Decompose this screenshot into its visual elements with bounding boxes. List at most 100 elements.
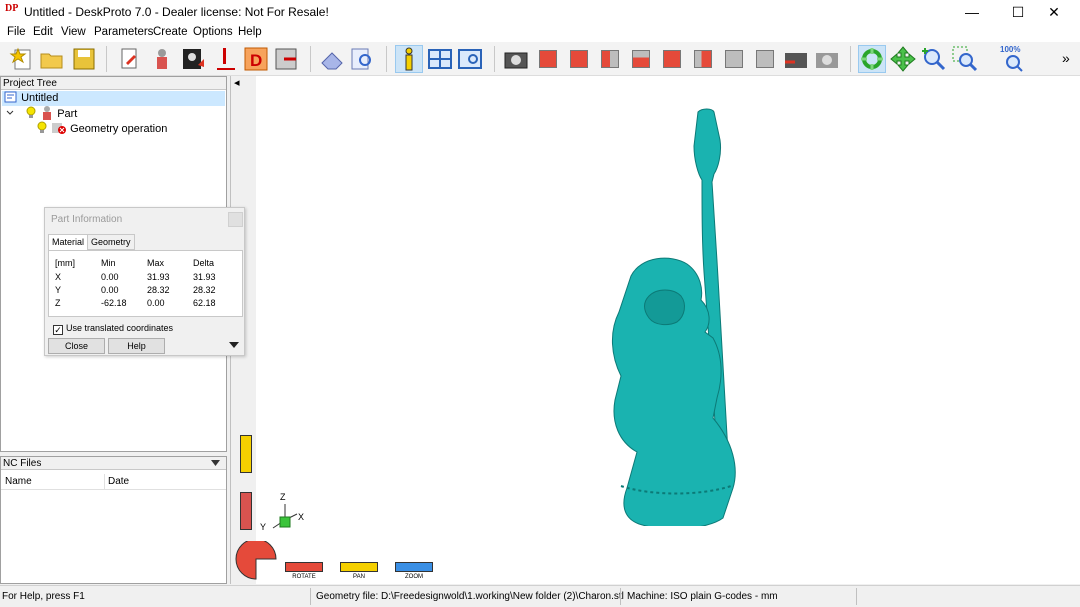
row-z-max: 0.00 <box>147 298 165 308</box>
view-iso-button[interactable] <box>534 45 562 73</box>
save-button[interactable] <box>70 45 98 73</box>
toolbar-overflow-icon[interactable]: » <box>1062 50 1070 66</box>
toolbar-separator <box>850 46 851 72</box>
translated-coordinates-checkbox[interactable]: ✓ <box>53 325 63 335</box>
lightbulb-icon[interactable] <box>25 106 37 120</box>
row-x-max: 31.93 <box>147 272 170 282</box>
row-y-max: 28.32 <box>147 285 170 295</box>
dimensions-table: [mm] Min Max Delta X 0.00 31.93 31.93 Y … <box>48 250 243 317</box>
status-geometry-file: Geometry file: D:\Freedesignwold\1.worki… <box>316 591 624 602</box>
help-button[interactable]: Help <box>108 338 165 354</box>
column-header-unit: [mm] <box>55 258 75 268</box>
close-button[interactable]: Close <box>48 338 105 354</box>
part-parameters-button[interactable] <box>148 45 176 73</box>
collapse-arrow-icon[interactable]: ◂ <box>234 76 240 89</box>
view-top-button[interactable] <box>689 45 717 73</box>
bitmap-button[interactable] <box>180 45 208 73</box>
render-red-button[interactable] <box>782 45 810 73</box>
import-icon <box>121 48 137 69</box>
render-grey-button[interactable] <box>813 45 841 73</box>
status-divider <box>310 588 311 605</box>
cube-grey-icon <box>756 50 774 68</box>
menu-edit[interactable]: Edit <box>33 26 53 38</box>
zoom-vertical-slider[interactable] <box>240 435 252 473</box>
new-project-button[interactable] <box>8 45 36 73</box>
status-machine: Machine: ISO plain G-codes - mm <box>627 591 778 602</box>
tab-material[interactable]: Material <box>48 234 89 251</box>
status-help: For Help, press F1 <box>2 591 85 602</box>
tree-root-label: Untitled <box>21 92 59 104</box>
portrait-icon <box>183 49 204 69</box>
snapshot-button[interactable] <box>502 45 530 73</box>
window-grid-icon <box>428 49 452 69</box>
toolpath-button[interactable]: D <box>242 45 270 73</box>
tool-button[interactable] <box>212 45 240 73</box>
menu-view[interactable]: View <box>61 26 86 38</box>
column-header-max: Max <box>147 258 165 268</box>
project-tree-header: Project Tree <box>1 77 226 90</box>
rotate-control[interactable] <box>285 562 323 572</box>
magnifier-doc-icon <box>351 48 371 70</box>
dialog-close-button[interactable] <box>228 212 243 227</box>
cube-red-icon <box>570 50 588 68</box>
part-info-button[interactable] <box>395 45 423 73</box>
minimize-button[interactable]: — <box>949 0 995 24</box>
3d-viewport[interactable]: ◂ Z Y X ROTATE PAN ZOOM <box>230 76 1080 584</box>
axis-triad-icon <box>272 504 298 529</box>
chevron-down-icon[interactable] <box>6 109 14 117</box>
cube-red-icon <box>539 50 557 68</box>
import-geometry-button[interactable] <box>116 45 144 73</box>
title-bar: DP Untitled - DeskProto 7.0 - Dealer lic… <box>0 0 1080 24</box>
nc-column-date[interactable]: Date <box>108 476 129 487</box>
expand-dialog-icon[interactable] <box>229 342 239 350</box>
tree-item-part[interactable]: Part <box>6 105 77 121</box>
zoom-100-button[interactable]: 100% <box>998 45 1026 73</box>
part-figure-icon <box>157 49 167 69</box>
view-left-button[interactable] <box>596 45 624 73</box>
zoom-window-button[interactable] <box>951 45 979 73</box>
status-divider <box>856 588 857 605</box>
translated-coordinates-option[interactable]: ✓ Use translated coordinates <box>53 322 173 335</box>
menu-create[interactable]: Create <box>153 26 188 38</box>
export-button[interactable] <box>272 45 300 73</box>
close-window-button[interactable]: ✕ <box>1031 0 1077 24</box>
pan-control[interactable] <box>340 562 378 572</box>
menu-file[interactable]: File <box>7 26 26 38</box>
menu-parameters[interactable]: Parameters <box>94 26 153 38</box>
tab-geometry[interactable]: Geometry <box>87 234 135 250</box>
nc-column-name[interactable]: Name <box>5 476 32 487</box>
menu-help[interactable]: Help <box>238 26 262 38</box>
pan-mode-button[interactable] <box>889 45 917 73</box>
status-divider <box>620 588 621 605</box>
view-plain-button[interactable] <box>751 45 779 73</box>
screen-icon <box>458 49 482 69</box>
row-y-delta: 28.32 <box>193 285 216 295</box>
view-front-button[interactable] <box>565 45 593 73</box>
rotate-dial-icon[interactable] <box>234 541 278 581</box>
dialog-title: Part Information <box>51 214 123 225</box>
zoom-in-button[interactable] <box>920 45 948 73</box>
toolbar: D 100% » <box>0 42 1080 76</box>
view-bottom-button[interactable] <box>720 45 748 73</box>
tree-item-root[interactable]: Untitled <box>4 90 58 106</box>
tree-item-operation[interactable]: Geometry operation <box>36 121 167 137</box>
row-z-label: Z <box>55 298 61 308</box>
open-button[interactable] <box>38 45 66 73</box>
nc-files-column-header: Name Date <box>1 474 226 490</box>
rotate-vertical-slider[interactable] <box>240 492 252 530</box>
viewports-button[interactable] <box>426 45 454 73</box>
axis-y-label: Y <box>260 522 267 532</box>
column-divider <box>104 474 105 490</box>
lightbulb-icon[interactable] <box>36 121 48 135</box>
preview-button[interactable] <box>348 45 376 73</box>
menu-options[interactable]: Options <box>193 26 233 38</box>
view-right-button[interactable] <box>658 45 686 73</box>
nc-files-header: NC Files <box>1 457 226 470</box>
rotate-mode-button[interactable] <box>858 45 886 73</box>
dropdown-arrow-icon[interactable] <box>211 460 221 468</box>
simulation-button[interactable] <box>318 45 346 73</box>
screen-button[interactable] <box>456 45 484 73</box>
toolbar-separator <box>310 46 311 72</box>
view-back-button[interactable] <box>627 45 655 73</box>
zoom-control[interactable] <box>395 562 433 572</box>
